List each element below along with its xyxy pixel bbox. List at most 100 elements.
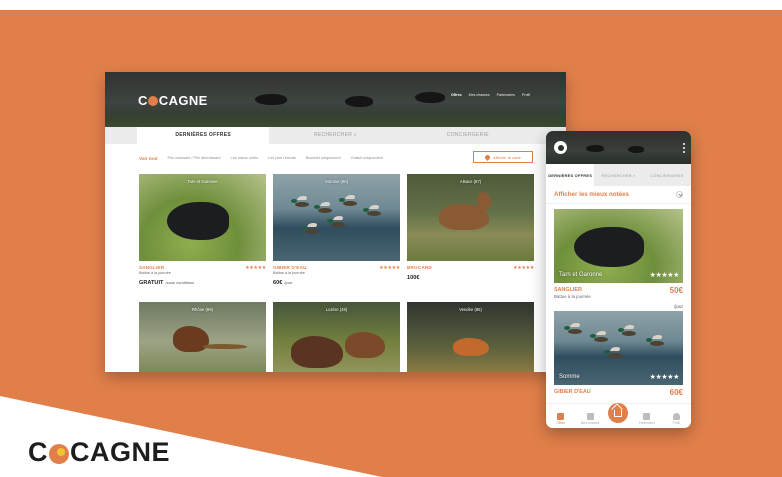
duck-figure [363, 208, 381, 216]
mobile-tab-bar: DERNIÈRES OFFRES RECHERCHER ⌕ CONCIERGER… [546, 164, 691, 186]
mouflon-figure [345, 332, 385, 358]
offer-meta: SANGLIER Battue à la journée 50€ /jour [554, 283, 683, 309]
sort-selector[interactable]: Afficher les mieux notées [546, 186, 691, 204]
bottom-nav-profil[interactable]: Profil [665, 413, 687, 425]
bottom-nav-mes-chasses[interactable]: Mes chasses [579, 413, 601, 425]
offer-price-amount: 100€ [407, 275, 420, 281]
offer-location: Tarn et Garonne [559, 272, 603, 278]
nav-item-offres[interactable]: Offres [451, 93, 462, 97]
filter-bracelet[interactable]: Bracelet uniquement [306, 156, 341, 160]
offer-price-unit: /sous conditions [165, 280, 195, 285]
offer-subtitle: Battue à la journée [273, 271, 305, 275]
desktop-offer-grid: Tarn et Garonne SANGLIER Battue à la jou… [139, 174, 534, 372]
offer-card[interactable]: Lozère (48) [273, 302, 400, 372]
desktop-screen: C CAGNE Offres Mes chasses Partenaires Pr… [105, 72, 566, 372]
boar-silhouette [628, 146, 644, 153]
offer-card[interactable]: Somme ★★★★★ GIBIER D'EAU 60€ [554, 311, 683, 411]
filter-plus-recents[interactable]: Les plus récents [268, 156, 296, 160]
logo-text: CAGNE [158, 93, 208, 108]
bottom-nav-partenaires[interactable]: Partenaires [636, 413, 658, 425]
home-button[interactable] [608, 403, 629, 423]
offer-card[interactable]: Tarn et Garonne ★★★★★ SANGLIER Battue à … [554, 209, 683, 309]
logo-mark-icon[interactable] [554, 141, 567, 154]
bottom-nav-label: Partenaires [638, 421, 656, 425]
offer-card[interactable]: Tarn et Garonne SANGLIER Battue à la jou… [139, 174, 266, 302]
nav-item-mes-chasses[interactable]: Mes chasses [469, 93, 490, 97]
bottom-nav-label: Offres [556, 421, 565, 425]
offer-location: Rhône (69) [192, 307, 213, 312]
duck-figure [646, 338, 664, 346]
filter-prix[interactable]: Prix croissant / Prix décroissant [168, 156, 221, 160]
offer-location: Somme (80) [324, 179, 349, 184]
offer-photo-pheasant: Rhône (69) [139, 302, 266, 372]
show-map-button[interactable]: Afficher la carte [473, 151, 533, 163]
rating-stars-icon: ★★★★★ [245, 265, 266, 271]
offer-price-unit: /jour [674, 304, 683, 309]
offer-species: GIBIER D'EAU [554, 389, 591, 395]
tab-dernieres-offres[interactable]: DERNIÈRES OFFRES [546, 164, 595, 186]
filter-gratuit[interactable]: Gratuit uniquement [351, 156, 383, 160]
offer-subtitle: Battue à la journée [554, 294, 591, 299]
offer-card[interactable]: Alsace (67) BROCARD ★★★★★ 100€ [407, 174, 534, 302]
tab-rechercher[interactable]: RECHERCHER ⌕ [269, 127, 401, 144]
offer-location: Alsace (67) [459, 179, 482, 184]
brand-text: CAGNE [70, 437, 171, 467]
sort-label: Afficher les mieux notées [554, 191, 629, 198]
desktop-hero-banner: C CAGNE Offres Mes chasses Partenaires Pr… [105, 72, 566, 127]
tag-icon [557, 413, 565, 420]
brand-o-icon [49, 443, 69, 464]
pheasant-figure [173, 326, 209, 352]
rating-stars-icon: ★★★★★ [649, 272, 680, 279]
offer-card[interactable]: Somme (80) GIBIER D'EAU Battue à la jour… [273, 174, 400, 302]
tab-conciergerie[interactable]: CONCIERGERIE [643, 164, 691, 186]
filter-mieux-notes[interactable]: Les mieux notés [231, 156, 259, 160]
duck-figure [604, 350, 622, 358]
offer-price: 60€ [670, 388, 683, 397]
offer-species: SANGLIER [554, 287, 582, 293]
offer-location: Tarn et Garonne [187, 179, 218, 184]
offer-price: 50€ /jour [670, 286, 683, 313]
offer-location: Lozère (48) [325, 307, 348, 312]
offer-price-amount: 50€ [669, 286, 683, 295]
boar-silhouette [255, 94, 287, 105]
offer-photo-boar: Tarn et Garonne [139, 174, 266, 261]
offer-price-amount: GRATUIT [139, 280, 164, 286]
boar-silhouette [345, 96, 373, 107]
rating-stars-icon: ★★★★★ [649, 374, 680, 381]
boar-silhouette [415, 92, 445, 103]
deer-head [477, 192, 491, 210]
bottom-nav-label: Mes chasses [580, 421, 600, 425]
boar-silhouette [586, 145, 604, 152]
bottom-nav-offres[interactable]: Offres [550, 413, 572, 425]
duck-figure [291, 199, 309, 207]
nav-item-profil[interactable]: Profil [522, 93, 530, 97]
hero-ground [105, 107, 566, 127]
boar-figure [574, 227, 644, 267]
tab-dernieres-offres[interactable]: DERNIÈRES OFFRES [137, 127, 270, 144]
brand-logo: C CAGNE [28, 437, 170, 468]
offer-location: Somme [559, 374, 580, 380]
logo-letter: C [138, 93, 148, 108]
boar-figure [167, 202, 229, 240]
offer-card[interactable]: Vendée (85) [407, 302, 534, 372]
tab-rechercher[interactable]: RECHERCHER ⌕ [594, 164, 642, 186]
offer-card[interactable]: Rhône (69) [139, 302, 266, 372]
more-menu-icon[interactable] [683, 143, 685, 153]
offer-photo-mouflon: Lozère (48) [273, 302, 400, 372]
offer-photo-ducks: Somme ★★★★★ [554, 311, 683, 385]
rating-stars-icon: ★★★★★ [513, 265, 534, 271]
map-pin-icon [484, 153, 492, 161]
fox-figure [453, 338, 489, 356]
duck-figure [590, 334, 608, 342]
user-icon [672, 413, 680, 420]
duck-figure [564, 326, 582, 334]
mouflon-figure [291, 336, 343, 368]
duck-figure [618, 328, 636, 336]
duck-figure [314, 205, 332, 213]
duck-figure [301, 226, 319, 234]
nav-item-partenaires[interactable]: Partenaires [497, 93, 515, 97]
search-icon: ⌕ [633, 172, 636, 178]
desktop-logo[interactable]: C CAGNE [138, 93, 208, 108]
tab-conciergerie[interactable]: CONCIERGERIE [402, 127, 534, 144]
filter-voir-tout[interactable]: Voir tout [139, 156, 158, 161]
